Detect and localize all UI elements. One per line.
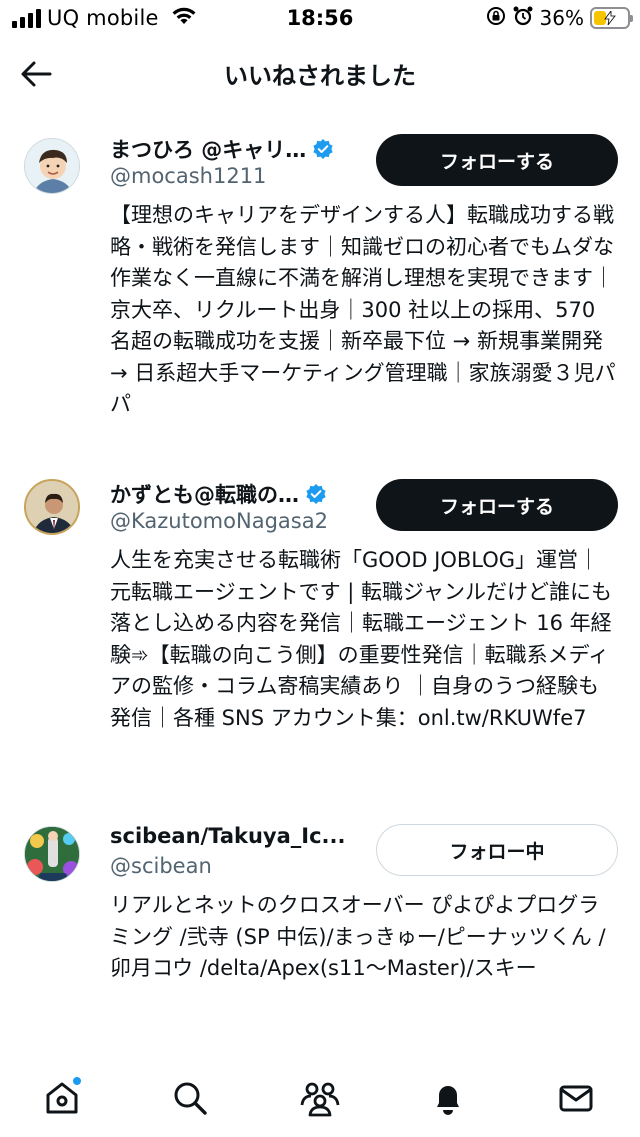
tab-communities[interactable]	[296, 1074, 344, 1122]
charging-bolt-icon	[604, 9, 616, 29]
user-handle: @mocash1211	[110, 164, 267, 188]
display-name: かずとも@転職の…	[110, 483, 299, 507]
verified-badge-icon	[305, 483, 327, 505]
new-content-dot	[72, 1076, 82, 1086]
battery-percent: 36%	[539, 6, 584, 30]
alarm-icon	[512, 5, 534, 31]
tab-notifications[interactable]	[424, 1074, 472, 1122]
display-name: まつひろ @キャリ…	[110, 138, 307, 162]
notifications-icon	[437, 1086, 459, 1115]
orientation-lock-icon	[486, 6, 506, 30]
avatar[interactable]	[24, 138, 80, 194]
tab-home[interactable]	[38, 1074, 86, 1122]
bottom-tab-bar	[0, 1060, 640, 1137]
search-icon	[174, 1082, 207, 1115]
name-row: scibean/Takuya_Ic...	[110, 824, 345, 848]
user-bio: 【理想のキャリアをデザインする人】転職成功する戦略・戦術を発信します｜知識ゼロの…	[110, 203, 616, 416]
name-row: かずとも@転職の…	[110, 479, 327, 509]
avatar[interactable]	[24, 826, 80, 882]
status-right: 36%	[486, 5, 633, 31]
avatar-photo	[26, 481, 78, 533]
avatar[interactable]	[24, 479, 80, 535]
follow-button[interactable]: フォローする	[376, 479, 618, 531]
battery-tip	[630, 15, 633, 22]
status-bar: UQ mobile 18:56 36%	[0, 0, 640, 36]
user-handle: @scibean	[110, 854, 212, 878]
page-title: いいねされました	[224, 62, 416, 90]
verified-badge-icon	[312, 138, 334, 160]
battery-icon	[590, 7, 633, 29]
user-handle: @KazutomoNagasa2	[110, 509, 328, 533]
name-row: まつひろ @キャリ…	[110, 134, 334, 164]
tab-messages[interactable]	[552, 1074, 600, 1122]
messages-icon	[559, 1085, 593, 1112]
avatar-illustration	[25, 827, 79, 881]
communities-icon	[300, 1082, 340, 1117]
user-bio: リアルとネットのクロスオーバー ぴよぴよプログラミング /弐寺 (SP 中伝)/…	[110, 893, 606, 980]
following-button[interactable]: フォロー中	[376, 824, 618, 876]
follow-button[interactable]: フォローする	[376, 134, 618, 186]
user-bio: 人生を充実させる転職術「GOOD JOBLOG」運営｜元転職エージェントです |…	[110, 548, 612, 730]
header: いいねされました	[0, 36, 640, 108]
tab-search[interactable]	[166, 1074, 214, 1122]
avatar-illustration	[25, 139, 79, 193]
display-name: scibean/Takuya_Ic...	[110, 824, 346, 848]
